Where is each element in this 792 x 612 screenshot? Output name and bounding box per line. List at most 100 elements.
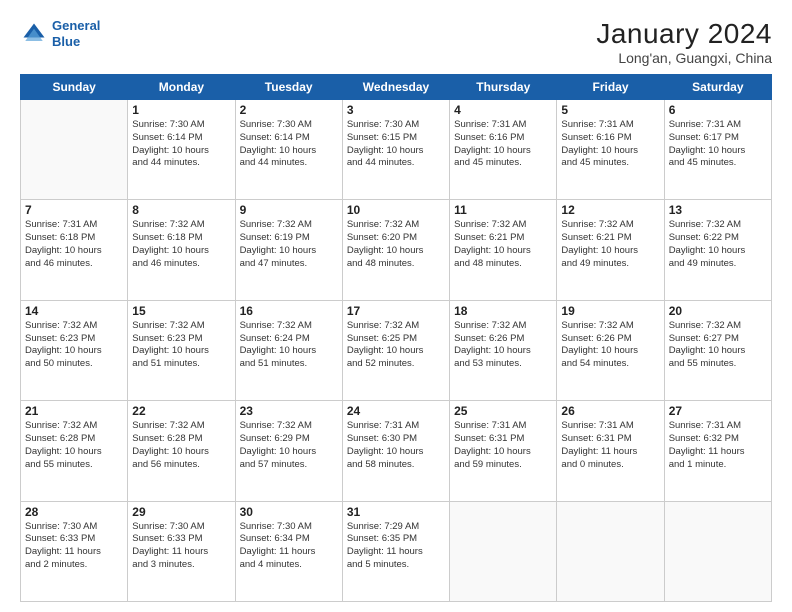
calendar-cell: 15 Sunrise: 7:32 AMSunset: 6:23 PMDayligh… [128,300,235,400]
day-number: 8 [132,203,230,217]
calendar-cell: 16 Sunrise: 7:32 AMSunset: 6:24 PMDayligh… [235,300,342,400]
weekday-header-row: SundayMondayTuesdayWednesdayThursdayFrid… [21,75,772,100]
calendar-cell [450,501,557,601]
day-number: 15 [132,304,230,318]
week-row-3: 14 Sunrise: 7:32 AMSunset: 6:23 PMDayligh… [21,300,772,400]
weekday-header-sunday: Sunday [21,75,128,100]
day-info: Sunrise: 7:31 AMSunset: 6:17 PMDaylight:… [669,119,767,170]
calendar-cell: 2Sunrise: 7:30 AMSunset: 6:14 PMDaylight… [235,100,342,200]
day-number: 6 [669,103,767,117]
day-number: 27 [669,404,767,418]
day-info: Sunrise: 7:31 AMSunset: 6:16 PMDaylight:… [454,119,552,170]
calendar-cell: 22Sunrise: 7:32 AMSunset: 6:28 PMDayligh… [128,401,235,501]
header: General Blue January 2024 Long'an, Guang… [20,18,772,66]
day-number: 16 [240,304,338,318]
day-info: Sunrise: 7:32 AMSunset: 6:26 PMDaylight:… [561,320,659,371]
day-info: Sunrise: 7:31 AMSunset: 6:18 PMDaylight:… [25,219,123,270]
day-info: Sunrise: 7:32 AMSunset: 6:25 PMDaylight:… [347,320,445,371]
day-info: Sunrise: 7:32 AMSunset: 6:22 PMDaylight:… [669,219,767,270]
day-number: 17 [347,304,445,318]
day-number: 12 [561,203,659,217]
day-number: 13 [669,203,767,217]
day-number: 21 [25,404,123,418]
day-number: 31 [347,505,445,519]
day-number: 23 [240,404,338,418]
calendar-cell: 25 Sunrise: 7:31 AMSunset: 6:31 PMDayligh… [450,401,557,501]
calendar-cell: 27 Sunrise: 7:31 AMSunset: 6:32 PMDayligh… [664,401,771,501]
logo-text: General Blue [52,18,100,49]
day-number: 3 [347,103,445,117]
calendar-cell: 9Sunrise: 7:32 AMSunset: 6:19 PMDaylight… [235,200,342,300]
calendar-cell: 12Sunrise: 7:32 AMSunset: 6:21 PMDayligh… [557,200,664,300]
calendar-cell [664,501,771,601]
day-info: Sunrise: 7:30 AMSunset: 6:33 PMDaylight:… [132,521,230,572]
calendar-cell: 5Sunrise: 7:31 AMSunset: 6:16 PMDaylight… [557,100,664,200]
day-info: Sunrise: 7:31 AMSunset: 6:32 PMDaylight:… [669,420,767,471]
calendar-cell [21,100,128,200]
week-row-5: 28 Sunrise: 7:30 AMSunset: 6:33 PMDayligh… [21,501,772,601]
calendar-cell: 29 Sunrise: 7:30 AMSunset: 6:33 PMDayligh… [128,501,235,601]
day-info: Sunrise: 7:31 AMSunset: 6:31 PMDaylight:… [561,420,659,471]
day-info: Sunrise: 7:32 AMSunset: 6:26 PMDaylight:… [454,320,552,371]
week-row-1: 1 Sunrise: 7:30 AMSunset: 6:14 PMDaylight… [21,100,772,200]
calendar-table: SundayMondayTuesdayWednesdayThursdayFrid… [20,74,772,602]
day-number: 28 [25,505,123,519]
weekday-header-thursday: Thursday [450,75,557,100]
day-info: Sunrise: 7:29 AMSunset: 6:35 PMDaylight:… [347,521,445,572]
calendar-page: General Blue January 2024 Long'an, Guang… [0,0,792,612]
day-info: Sunrise: 7:32 AMSunset: 6:23 PMDaylight:… [132,320,230,371]
calendar-cell: 31 Sunrise: 7:29 AMSunset: 6:35 PMDayligh… [342,501,449,601]
day-number: 24 [347,404,445,418]
day-info: Sunrise: 7:30 AMSunset: 6:33 PMDaylight:… [25,521,123,572]
calendar-subtitle: Long'an, Guangxi, China [596,50,772,66]
calendar-cell: 18 Sunrise: 7:32 AMSunset: 6:26 PMDayligh… [450,300,557,400]
calendar-cell: 1 Sunrise: 7:30 AMSunset: 6:14 PMDaylight… [128,100,235,200]
calendar-cell: 7 Sunrise: 7:31 AMSunset: 6:18 PMDaylight… [21,200,128,300]
calendar-cell: 13 Sunrise: 7:32 AMSunset: 6:22 PMDayligh… [664,200,771,300]
weekday-header-wednesday: Wednesday [342,75,449,100]
day-number: 19 [561,304,659,318]
day-info: Sunrise: 7:31 AMSunset: 6:31 PMDaylight:… [454,420,552,471]
day-number: 26 [561,404,659,418]
calendar-cell: 17 Sunrise: 7:32 AMSunset: 6:25 PMDayligh… [342,300,449,400]
calendar-cell: 19 Sunrise: 7:32 AMSunset: 6:26 PMDayligh… [557,300,664,400]
day-info: Sunrise: 7:30 AMSunset: 6:15 PMDaylight:… [347,119,445,170]
day-number: 7 [25,203,123,217]
weekday-header-monday: Monday [128,75,235,100]
logo-icon [20,20,48,48]
title-block: January 2024 Long'an, Guangxi, China [596,18,772,66]
calendar-cell: 8Sunrise: 7:32 AMSunset: 6:18 PMDaylight… [128,200,235,300]
day-number: 30 [240,505,338,519]
day-info: Sunrise: 7:32 AMSunset: 6:29 PMDaylight:… [240,420,338,471]
weekday-header-saturday: Saturday [664,75,771,100]
day-info: Sunrise: 7:31 AMSunset: 6:30 PMDaylight:… [347,420,445,471]
day-number: 4 [454,103,552,117]
weekday-header-tuesday: Tuesday [235,75,342,100]
day-info: Sunrise: 7:32 AMSunset: 6:21 PMDaylight:… [454,219,552,270]
day-number: 1 [132,103,230,117]
day-number: 5 [561,103,659,117]
day-info: Sunrise: 7:32 AMSunset: 6:19 PMDaylight:… [240,219,338,270]
calendar-title: January 2024 [596,18,772,50]
calendar-cell: 23 Sunrise: 7:32 AMSunset: 6:29 PMDayligh… [235,401,342,501]
calendar-cell: 3 Sunrise: 7:30 AMSunset: 6:15 PMDaylight… [342,100,449,200]
day-number: 11 [454,203,552,217]
day-number: 25 [454,404,552,418]
day-info: Sunrise: 7:32 AMSunset: 6:24 PMDaylight:… [240,320,338,371]
calendar-cell: 24 Sunrise: 7:31 AMSunset: 6:30 PMDayligh… [342,401,449,501]
day-number: 2 [240,103,338,117]
calendar-cell: 4 Sunrise: 7:31 AMSunset: 6:16 PMDaylight… [450,100,557,200]
calendar-cell: 11 Sunrise: 7:32 AMSunset: 6:21 PMDayligh… [450,200,557,300]
day-number: 29 [132,505,230,519]
calendar-cell: 6 Sunrise: 7:31 AMSunset: 6:17 PMDaylight… [664,100,771,200]
calendar-cell: 26 Sunrise: 7:31 AMSunset: 6:31 PMDayligh… [557,401,664,501]
day-number: 18 [454,304,552,318]
day-number: 14 [25,304,123,318]
calendar-cell: 20Sunrise: 7:32 AMSunset: 6:27 PMDayligh… [664,300,771,400]
calendar-cell: 28 Sunrise: 7:30 AMSunset: 6:33 PMDayligh… [21,501,128,601]
day-number: 20 [669,304,767,318]
weekday-header-friday: Friday [557,75,664,100]
day-info: Sunrise: 7:32 AMSunset: 6:23 PMDaylight:… [25,320,123,371]
day-info: Sunrise: 7:32 AMSunset: 6:28 PMDaylight:… [25,420,123,471]
day-info: Sunrise: 7:30 AMSunset: 6:14 PMDaylight:… [132,119,230,170]
